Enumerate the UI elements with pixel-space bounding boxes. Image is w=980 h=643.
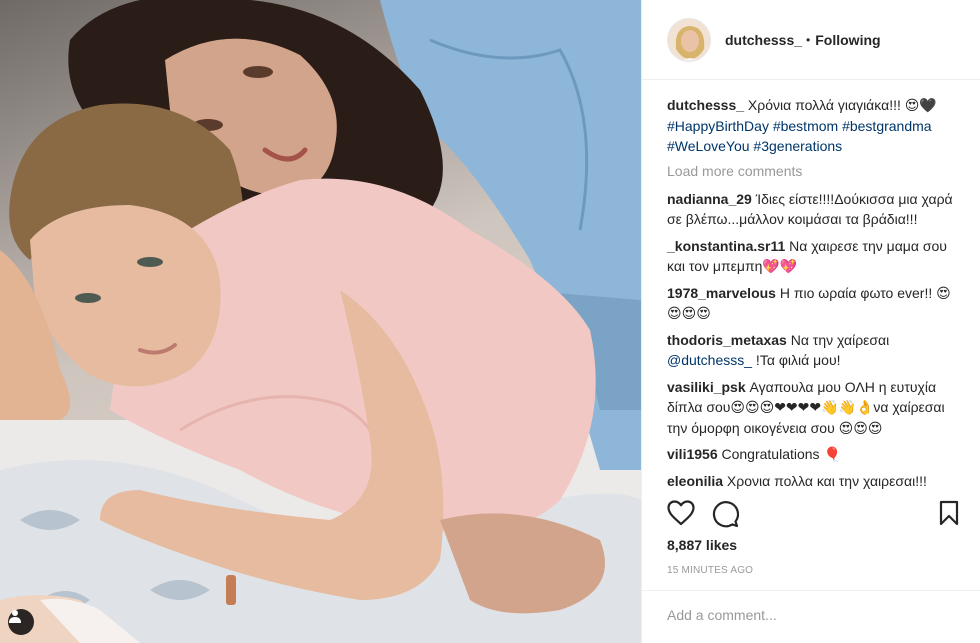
comment-username[interactable]: thodoris_metaxas (667, 332, 787, 348)
instagram-post: dutchesss_ • Following dutchesss_ Χρόνια… (0, 0, 980, 643)
header-separator: • (806, 32, 811, 47)
comments-list[interactable]: dutchesss_ Χρόνια πολλά γιαγιάκα!!! 😍🖤 #… (667, 95, 957, 491)
load-more-comments[interactable]: Load more comments (667, 163, 957, 179)
comment-username[interactable]: vili1956 (667, 446, 718, 462)
likes-count[interactable]: 8,887 likes (667, 537, 737, 553)
caption-username[interactable]: dutchesss_ (667, 97, 744, 113)
following-button[interactable]: Following (815, 32, 880, 48)
avatar[interactable] (667, 17, 711, 62)
post-timestamp: 15 MINUTES AGO (667, 565, 754, 576)
comment-text: !Τα φιλιά μου! (752, 352, 841, 368)
hashtag[interactable]: #HappyBirthDay (667, 118, 769, 134)
add-comment-section (642, 590, 980, 643)
action-bar (667, 500, 959, 530)
comment-username[interactable]: nadianna_29 (667, 191, 752, 207)
comment: vili1956 Congratulations 🎈 (667, 444, 957, 465)
comment-text: Χρονια πολλα και την χαιρεσαι!!! (723, 472, 927, 489)
comment: eleonilia Χρονια πολλα και την χαιρεσαι!… (667, 471, 957, 492)
comment-username[interactable]: vasiliki_psk (667, 379, 746, 395)
comment-text: Να την χαίρεσαι (786, 331, 890, 348)
comment-username[interactable]: 1978_marvelous (667, 285, 776, 301)
post-author-username[interactable]: dutchesss_ (725, 32, 802, 48)
post-photo[interactable] (0, 0, 641, 643)
comment-text: Congratulations 🎈 (717, 446, 841, 462)
hashtag[interactable]: #3generations (753, 138, 842, 154)
comment-input[interactable] (667, 607, 956, 623)
mention-link[interactable]: @dutchesss_ (667, 352, 752, 368)
comment-icon[interactable] (711, 500, 740, 531)
caption-text: Χρόνια πολλά γιαγιάκα!!! 😍🖤 (744, 97, 937, 113)
heart-icon[interactable] (667, 500, 695, 529)
post-sidebar: dutchesss_ • Following dutchesss_ Χρόνια… (641, 0, 980, 643)
comment: _konstantina.sr11 Να χαιρεσε την μαμα σο… (667, 236, 957, 277)
hashtag[interactable]: #bestgrandma (842, 118, 932, 134)
hashtag[interactable]: #bestmom (773, 118, 838, 134)
comment-username[interactable]: eleonilia (667, 473, 723, 489)
comment: thodoris_metaxas Να την χαίρεσαι @dutche… (667, 330, 957, 371)
post-header: dutchesss_ • Following (642, 0, 980, 80)
comment-username[interactable]: _konstantina.sr11 (667, 238, 785, 254)
hashtag[interactable]: #WeLoveYou (667, 138, 750, 154)
bookmark-icon[interactable] (939, 500, 959, 529)
user-tag-icon[interactable] (8, 609, 34, 635)
comment: vasiliki_psk Αγαπουλα μου ΟΛΗ η ευτυχία … (667, 377, 957, 439)
comment: 1978_marvelous Η πιο ωραία φωτο ever!! 😍… (667, 283, 957, 324)
caption: dutchesss_ Χρόνια πολλά γιαγιάκα!!! 😍🖤 #… (667, 95, 957, 157)
photo-illustration (0, 0, 641, 643)
comment: nadianna_29 Ίδιες είστε!!!!Δούκισσα μια … (667, 189, 957, 230)
